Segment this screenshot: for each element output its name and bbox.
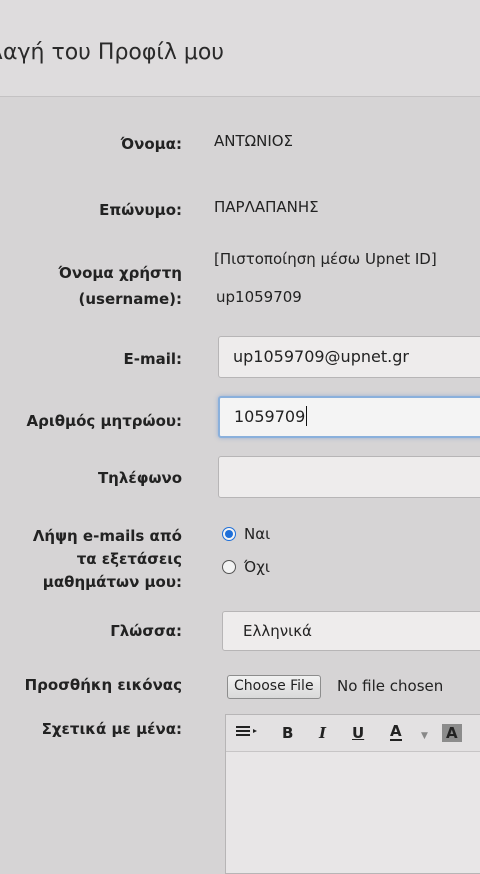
username-label-line2: (username):: [78, 290, 183, 308]
last-name-value: ΠΑΡΛΑΠΑΝΗΣ: [214, 198, 319, 216]
about-me-label: Σχετικά με μένα:: [41, 720, 182, 738]
language-label: Γλώσσα:: [110, 622, 182, 640]
radio-no[interactable]: [222, 560, 236, 574]
about-me-editor[interactable]: B I U A ▼ A: [225, 714, 480, 874]
registration-number-field[interactable]: 1059709: [218, 396, 480, 438]
list-icon[interactable]: [236, 724, 260, 742]
image-label: Προσθήκη εικόνας: [24, 676, 182, 694]
file-status: No file chosen: [337, 677, 444, 695]
page-header: λαγή του Προφίλ μου: [0, 0, 480, 97]
radio-yes-label[interactable]: Ναι: [244, 524, 270, 544]
registration-number-value: 1059709: [234, 407, 306, 426]
font-color-dropdown-icon[interactable]: ▼: [421, 727, 428, 745]
language-select[interactable]: Ελληνικά: [222, 611, 480, 651]
email-label: E-mail:: [123, 350, 182, 368]
highlight-button[interactable]: A: [442, 724, 462, 742]
bold-button[interactable]: B: [282, 724, 293, 742]
page-title: λαγή του Προφίλ μου: [0, 40, 225, 65]
username-auth-note: [Πιστοποίηση μέσω Upnet ID]: [214, 250, 437, 268]
italic-button[interactable]: I: [319, 724, 326, 742]
username-label-line1: Όνομα χρήστη: [58, 264, 182, 282]
underline-button[interactable]: U: [352, 724, 364, 742]
first-name-label: Όνομα:: [120, 135, 182, 153]
text-cursor: [306, 406, 308, 426]
username-value: up1059709: [216, 288, 302, 306]
radio-yes[interactable]: [222, 527, 236, 541]
radio-no-label[interactable]: Όχι: [244, 557, 270, 577]
email-field[interactable]: up1059709@upnet.gr: [218, 336, 480, 378]
first-name-value: ΑΝΤΩΝΙΟΣ: [214, 132, 294, 150]
phone-field[interactable]: [218, 456, 480, 498]
last-name-label: Επώνυμο:: [99, 201, 182, 219]
editor-toolbar: B I U A ▼ A: [226, 715, 480, 752]
choose-file-button[interactable]: Choose File: [227, 675, 321, 699]
exam-emails-label-line3: μαθημάτων μου:: [42, 573, 182, 591]
registration-number-label: Αριθμός μητρώου:: [26, 412, 182, 430]
font-color-button[interactable]: A: [390, 724, 402, 741]
phone-label: Τηλέφωνο: [97, 469, 182, 487]
